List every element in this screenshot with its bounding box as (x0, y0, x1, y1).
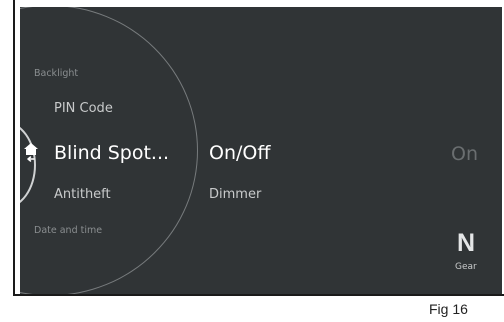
menu-item-antitheft[interactable]: Antitheft (54, 188, 111, 201)
frame-left-border (13, 0, 15, 296)
figure-caption: Fig 16 (429, 301, 468, 317)
gear-indicator: N (457, 229, 476, 257)
frame-bottom-border (13, 294, 504, 296)
gear-label: Gear (455, 262, 477, 272)
menu-item-backlight[interactable]: Backlight (34, 69, 78, 79)
setting-value: On (451, 143, 478, 165)
display-screen: Backlight PIN Code Blind Spot... Antithe… (20, 7, 502, 294)
home-back-icon[interactable] (22, 142, 40, 164)
menu-item-pin-code[interactable]: PIN Code (54, 102, 113, 115)
submenu-item-on-off[interactable]: On/Off (209, 144, 270, 163)
menu-item-date-and-time[interactable]: Date and time (34, 226, 102, 236)
figure: Backlight PIN Code Blind Spot... Antithe… (0, 0, 504, 322)
submenu-item-dimmer[interactable]: Dimmer (209, 188, 261, 201)
menu-item-blind-spot[interactable]: Blind Spot... (54, 144, 169, 163)
